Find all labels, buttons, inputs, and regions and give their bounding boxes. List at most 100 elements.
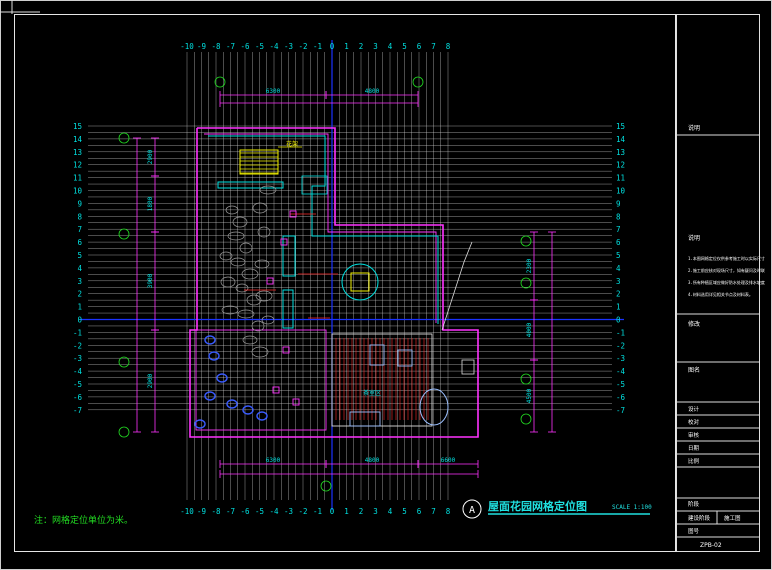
sheet-border [0,0,772,570]
bot-dim-1-label: 6300 [266,457,281,464]
stair-outline [239,149,279,175]
x-number: -9 [197,507,206,516]
y-number: 11 [73,174,82,183]
plant-blob [204,391,216,401]
y-number: -1 [73,328,82,337]
grid-bubble-left [118,426,130,438]
grid-bubble-right [520,277,532,289]
y-number: 1 [616,303,621,312]
x-number: -1 [313,507,322,516]
right-dim-3-label: 4500 [526,388,533,403]
y-number: 2 [616,290,621,299]
stone [259,185,277,195]
reference-grid [80,40,624,510]
y-number: 9 [616,199,621,208]
x-number: 8 [446,507,451,516]
stone [252,202,268,214]
x-number: 7 [431,507,436,516]
y-axis-numbers-right: 1514131211109876543210-1-2-3-4-5-6-7 [616,122,626,415]
drawing-title: A 屋面花园网格定位图 SCALE 1:100 注：网格定位单位为米。 [34,499,652,526]
grid-bubble-bottom [320,480,332,492]
y-number: 14 [616,135,626,144]
tb-label-a: 设计 [688,405,700,413]
y-number: 10 [616,187,626,196]
tb-row1: 说明 [688,124,700,132]
tb-label-c: 审核 [688,431,700,439]
tb-stage-label-2: 建设阶段 [688,514,711,522]
title-block: 说明 说明 1.本图网格定位仅供参考施工时以实际尺寸 2.施工前应核对现场尺寸，如… [676,14,765,552]
grid-bubble-right [520,413,532,425]
stone [239,242,253,254]
y-number: -3 [616,354,625,363]
y-number: 3 [77,277,82,286]
x-number: 3 [373,42,378,51]
plant-blob [208,351,220,361]
tb-label-b: 校对 [688,418,700,426]
y-number: -1 [616,328,625,337]
y-number: -4 [73,367,83,376]
top-dim-1-label: 6300 [266,88,281,95]
tb-note: 1.本图网格定位仅供参考施工时以实际尺寸 [688,255,765,261]
grid-bubble-left [118,132,130,144]
x-number: 4 [388,42,393,51]
north-label: A [469,505,475,516]
x-number: 1 [344,507,349,516]
round-feature [341,263,379,301]
title-scale: SCALE 1:100 [612,504,652,511]
x-number: -9 [197,42,206,51]
inner-wall [204,133,437,323]
x-axis-numbers-bottom: -10 -9 -8 -7 -6 -5 -4 -3 -2 -1 0 1 2 3 4 5 6 7 8 [180,507,451,516]
x-number: -7 [226,507,235,516]
planter [282,289,294,329]
y-number: -2 [616,341,625,350]
y-number: 6 [616,238,621,247]
y-number: 4 [77,264,82,273]
tb-stage-label: 阶段 [688,500,700,508]
y-axis-numbers-left: 1514131211109876543210-1-2-3-4-5-6-7 [73,122,83,415]
x-number: -3 [284,42,293,51]
y-number: 14 [73,135,83,144]
x-axis-numbers-top: -10 -9 -8 -7 -6 -5 -4 -3 -2 -1 0 1 2 3 4 5 6 7 8 [180,42,451,51]
stepping-stones [219,185,277,358]
tb-note: 4.材料选用详见相关节点及材料表。 [688,291,753,297]
y-number: 15 [73,122,82,131]
x-number: -1 [313,42,322,51]
tb-stage: 施工图 [724,514,741,522]
x-number: -8 [211,42,221,51]
x-number: 6 [417,507,422,516]
room-label: 花架 [286,140,298,148]
x-number: -6 [240,42,250,51]
y-number: 0 [616,316,621,325]
plant-blob [256,411,268,421]
plant-blob [194,419,206,429]
stone [241,268,259,280]
y-number: 11 [616,174,625,183]
y-number: 8 [77,212,82,221]
x-number: -3 [284,507,293,516]
stone [219,251,233,261]
right-dim-2-label: 4000 [526,322,533,337]
deck-hatch [335,338,429,420]
door [301,175,328,195]
y-number: 1 [77,303,82,312]
y-number: 12 [616,161,625,170]
y-number: 7 [77,225,82,234]
plant-blob [226,399,238,409]
x-number: -2 [298,507,307,516]
tb-notes-header: 说明 [688,234,700,242]
tb-drawing-no-label: 图号 [688,527,700,535]
y-number: 13 [73,148,82,157]
plant-blob [204,335,216,345]
y-number: 4 [616,264,621,273]
tea-room-outline [331,333,433,427]
y-number: 10 [73,187,83,196]
lower-left-wall [195,329,327,431]
x-number: 2 [359,42,364,51]
left-dim-2-label: 1800 [147,196,154,211]
left-dim-4-label: 2900 [147,373,154,388]
x-number: -4 [269,507,279,516]
top-dim-2-label: 4800 [365,88,380,95]
y-number: -6 [616,393,626,402]
y-number: 2 [77,290,82,299]
y-number: 3 [616,277,621,286]
